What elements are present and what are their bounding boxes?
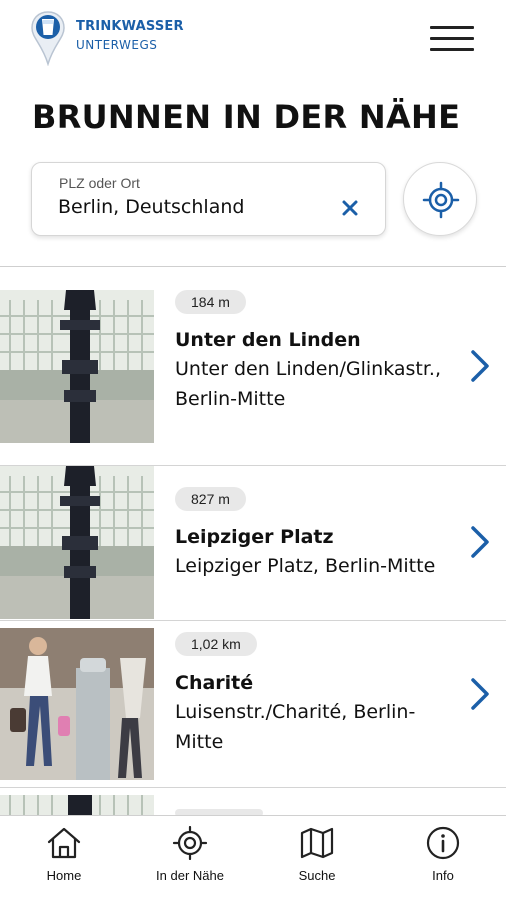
list-item[interactable] xyxy=(0,795,506,817)
fountain-photo xyxy=(0,466,154,619)
page-title: BRUNNEN IN DER NÄHE xyxy=(32,98,461,136)
nav-home-label: Home xyxy=(46,868,82,883)
nav-nearby[interactable]: In der Nähe xyxy=(135,826,245,896)
location-search-field[interactable]: PLZ oder Ort xyxy=(31,162,386,236)
search-field-label: PLZ oder Ort xyxy=(59,175,140,191)
list-item[interactable]: 1,02 km Charité Luisenstr./Charité, Berl… xyxy=(0,628,506,786)
header-divider xyxy=(0,266,506,267)
hamburger-menu-icon[interactable] xyxy=(428,22,476,54)
fountain-address: Unter den Linden/Glinkastr., Berlin-Mitt… xyxy=(175,358,441,410)
list-item[interactable]: 184 m Unter den Linden Unter den Linden/… xyxy=(0,290,506,465)
app-logo[interactable]: TRINKWASSER UNTERWEGS xyxy=(30,10,190,67)
list-item[interactable]: 827 m Leipziger Platz Leipziger Platz, B… xyxy=(0,466,506,620)
crosshair-icon xyxy=(172,826,208,860)
nav-info-label: Info xyxy=(432,868,454,883)
chevron-right-icon xyxy=(468,348,492,384)
fountain-address: Leipziger Platz, Berlin-Mitte xyxy=(175,555,436,577)
fountain-address: Luisenstr./Charité, Berlin-Mitte xyxy=(175,701,416,753)
fountain-photo xyxy=(0,628,154,780)
nav-nearby-label: In der Nähe xyxy=(156,868,224,883)
nav-search-label: Suche xyxy=(298,868,336,883)
map-icon xyxy=(300,827,334,859)
nav-info[interactable]: Info xyxy=(388,826,498,896)
distance-badge: 827 m xyxy=(175,487,246,511)
home-icon xyxy=(47,827,81,859)
close-icon[interactable] xyxy=(338,196,362,220)
fountain-name: Leipziger Platz xyxy=(175,526,334,548)
distance-badge: 184 m xyxy=(175,290,246,314)
chevron-right-icon xyxy=(468,524,492,560)
bottom-navigation: Home In der Nähe Suche Info xyxy=(0,815,506,900)
list-divider xyxy=(0,787,506,788)
list-divider xyxy=(0,620,506,621)
logo-line-1: TRINKWASSER xyxy=(76,19,184,34)
app-header: TRINKWASSER UNTERWEGS xyxy=(0,0,506,80)
logo-line-2: UNTERWEGS xyxy=(76,38,158,52)
fountain-name: Unter den Linden xyxy=(175,329,361,351)
fountain-pin-icon xyxy=(30,10,66,67)
search-input[interactable] xyxy=(58,196,338,218)
nav-home[interactable]: Home xyxy=(9,826,119,896)
fountain-photo xyxy=(0,795,154,815)
info-icon xyxy=(426,826,460,860)
fountain-photo xyxy=(0,290,154,443)
distance-badge: 1,02 km xyxy=(175,632,257,656)
crosshair-location-icon[interactable] xyxy=(403,162,477,236)
nav-search[interactable]: Suche xyxy=(262,826,372,896)
chevron-right-icon xyxy=(468,676,492,712)
fountain-name: Charité xyxy=(175,672,254,694)
